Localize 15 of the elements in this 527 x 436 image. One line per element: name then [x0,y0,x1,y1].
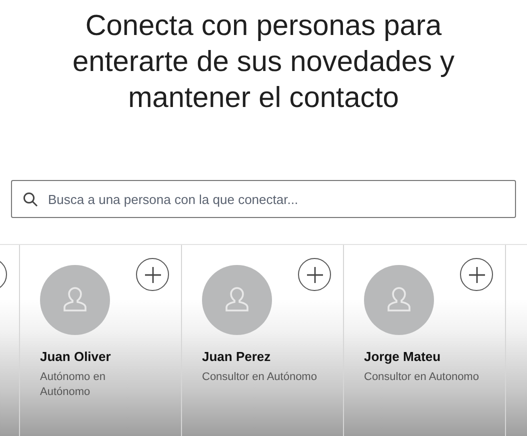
plus-icon [306,266,324,284]
person-title: Consultor en Autonomo [364,370,480,385]
add-button[interactable] [298,258,331,291]
search-icon [23,192,38,207]
plus-icon [144,266,162,284]
person-name: Juan Oliver [40,349,112,364]
add-button[interactable] [136,258,169,291]
person-name: Juan Perez [202,349,272,364]
plus-icon [468,266,486,284]
search-field[interactable]: Busca a una persona con la que conectar... [11,180,516,218]
add-button[interactable] [460,258,493,291]
person-title: Autónomo en Autónomo [40,370,106,400]
person-name: Jorge Mateu [364,349,442,364]
heading: Conecta con personas para enterarte de sus novedades y mantener el contacto [71,9,456,116]
person-title: Consultor en Autónomo [202,370,318,385]
